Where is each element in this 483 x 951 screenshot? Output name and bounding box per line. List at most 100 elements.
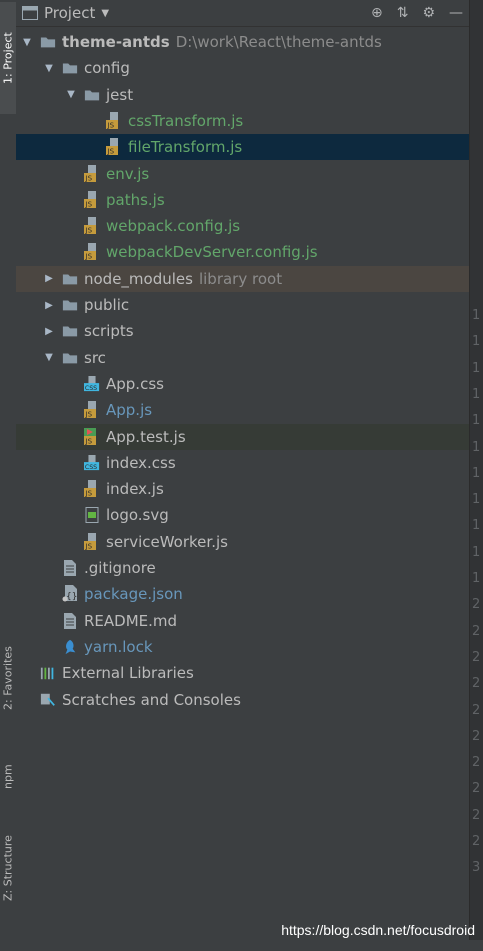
tree-item-label: src [84, 348, 106, 367]
tool-tab-project-label: 1: Project [1, 32, 15, 84]
status-strip [0, 940, 483, 951]
expand-arrow-right-icon[interactable]: ▶ [42, 300, 56, 311]
tree-item-label: fileTransform.js [128, 138, 243, 157]
line-number: 1 [472, 518, 481, 534]
line-number: 1 [472, 544, 481, 560]
project-view-icon [22, 6, 38, 20]
tool-tab-project[interactable]: 1: Project [0, 2, 16, 114]
tree-item-label: jest [106, 85, 134, 104]
tree-item-label: App.js [106, 401, 153, 420]
tree-item[interactable]: CSS App.css [16, 371, 469, 397]
tree-item[interactable]: yarn.lock [16, 634, 469, 660]
folder-icon [84, 87, 100, 103]
expand-arrow-down-icon[interactable]: ▼ [64, 89, 78, 100]
hide-icon[interactable]: — [449, 5, 463, 21]
expand-arrow-right-icon[interactable]: ▶ [42, 273, 56, 284]
test-file-icon: JS [84, 427, 100, 445]
view-selector[interactable]: Project ▼ [22, 4, 109, 22]
tree-item-label: webpack.config.js [106, 217, 241, 236]
tree-item[interactable]: ▶ scripts [16, 318, 469, 344]
tree-item[interactable]: .gitignore [16, 555, 469, 581]
line-number: 1 [472, 308, 481, 323]
js-file-icon: JS [84, 243, 100, 261]
tree-item[interactable]: ▶ public [16, 292, 469, 318]
css-file-icon: CSS [84, 375, 100, 392]
tree-item[interactable]: JS App.test.js [16, 423, 469, 450]
line-number: 1 [472, 571, 481, 586]
svg-text:JS: JS [85, 411, 93, 419]
tree-item[interactable]: JS App.js [16, 397, 469, 423]
tree-item[interactable]: Scratches and Consoles [16, 687, 469, 713]
tree-item-label: App.css [106, 374, 164, 393]
js-file-icon: JS [106, 138, 122, 156]
project-panel: Project ▼ ⊕ ⇅ ⚙ — ▼ theme-antds D:\work\Re… [16, 0, 469, 940]
svg-text:JS: JS [85, 200, 93, 208]
tool-tab-npm[interactable]: npm [0, 748, 16, 806]
expand-arrow-down-icon[interactable]: ▼ [42, 352, 56, 363]
tree-item[interactable]: JS index.js [16, 476, 469, 502]
svg-text:CSS: CSS [85, 464, 97, 471]
line-number: 1 [472, 413, 481, 429]
line-number: 1 [472, 386, 481, 402]
js-file-icon: JS [84, 532, 100, 550]
svg-text:JS: JS [107, 148, 115, 156]
expand-arrow-down-icon[interactable]: ▼ [20, 37, 34, 48]
tree-item-label: theme-antds [62, 33, 170, 51]
line-number: 2 [472, 728, 481, 744]
line-number: 1 [472, 465, 481, 481]
tree-item-label: Scratches and Consoles [62, 690, 241, 709]
tree-item-label: index.css [106, 453, 176, 472]
svg-text:{}: {} [66, 592, 77, 602]
tree-item[interactable]: ▼ config [16, 55, 469, 81]
tree-item-label: External Libraries [62, 664, 194, 683]
tree-item[interactable]: logo.svg [16, 502, 469, 528]
panel-title: Project [44, 4, 96, 22]
libraries-icon [40, 665, 56, 681]
js-file-icon: JS [84, 217, 100, 235]
tree-item[interactable]: ▼ src [16, 345, 469, 371]
tree-item[interactable]: JS webpack.config.js [16, 213, 469, 239]
collapse-all-icon[interactable]: ⇅ [397, 5, 409, 21]
expand-arrow-right-icon[interactable]: ▶ [42, 326, 56, 337]
tree-item[interactable]: External Libraries [16, 660, 469, 686]
tree-item[interactable]: JS paths.js [16, 187, 469, 213]
tree-item-label: serviceWorker.js [106, 532, 228, 551]
editor-gutter: 1 1 1 1 1 1 1 1 1 1 1 2 2 2 2 2 2 2 2 2 2 3 [470, 0, 483, 951]
tool-tab-favorites[interactable]: 2: Favorites [0, 628, 16, 728]
tree-item[interactable]: CSS index.css [16, 450, 469, 476]
tree-item[interactable]: README.md [16, 608, 469, 634]
tree-item[interactable]: ▶ node_modules library root [16, 265, 469, 292]
tree-item-label: index.js [106, 480, 164, 499]
tree-item[interactable]: ▼ jest [16, 82, 469, 108]
tree-item-label: paths.js [106, 190, 165, 209]
tree-item[interactable]: JS serviceWorker.js [16, 529, 469, 555]
tree-item-hint: D:\work\React\theme-antds [175, 33, 382, 51]
tree-item-label: .gitignore [84, 559, 156, 577]
folder-icon [62, 271, 78, 287]
tree-item-label: package.json [84, 585, 183, 604]
tool-tab-structure[interactable]: Z: Structure [0, 826, 16, 910]
tool-tab-structure-label: Z: Structure [1, 835, 15, 901]
folder-icon [62, 60, 78, 76]
folder-icon [40, 34, 56, 50]
folder-icon [62, 323, 78, 339]
line-number: 3 [472, 860, 481, 876]
json-file-icon: {} [62, 585, 78, 602]
line-number: 2 [472, 597, 481, 613]
tree-item-label: logo.svg [106, 506, 169, 525]
tree-item[interactable]: {} package.json [16, 581, 469, 607]
tree-item-label: public [84, 296, 130, 314]
tree-item[interactable]: JS fileTransform.js [16, 134, 469, 161]
js-file-icon: JS [84, 480, 100, 498]
line-number: 1 [472, 334, 481, 350]
expand-arrow-down-icon[interactable]: ▼ [42, 63, 56, 74]
tree-item[interactable]: JS env.js [16, 161, 469, 187]
gear-icon[interactable]: ⚙ [422, 5, 435, 21]
tree-item[interactable]: JS webpackDevServer.config.js [16, 239, 469, 265]
svg-text:JS: JS [85, 174, 93, 182]
locate-icon[interactable]: ⊕ [371, 5, 383, 21]
tree-item-label: yarn.lock [84, 637, 153, 656]
tree-root[interactable]: ▼ theme-antds D:\work\React\theme-antds [16, 29, 469, 55]
line-number: 2 [472, 676, 481, 692]
tree-item[interactable]: JS cssTransform.js [16, 108, 469, 134]
